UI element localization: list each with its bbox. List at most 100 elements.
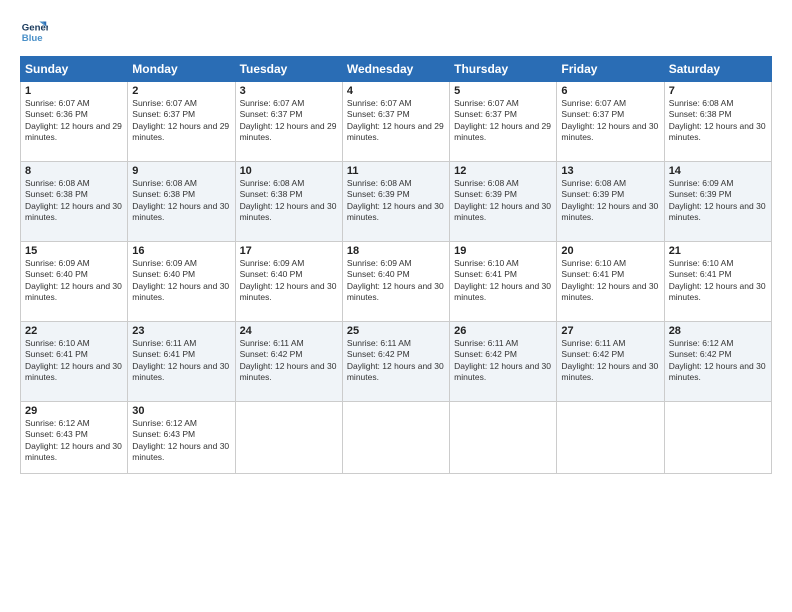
col-header-sunday: Sunday [21, 57, 128, 82]
day-number: 13 [561, 165, 659, 177]
day-number: 29 [25, 405, 123, 417]
calendar-cell: 6Sunrise: 6:07 AMSunset: 6:37 PMDaylight… [557, 82, 664, 162]
day-info: Sunrise: 6:11 AMSunset: 6:42 PMDaylight:… [561, 338, 659, 384]
calendar-cell [342, 402, 449, 474]
day-number: 6 [561, 85, 659, 97]
day-number: 5 [454, 85, 552, 97]
header-row: SundayMondayTuesdayWednesdayThursdayFrid… [21, 57, 772, 82]
header: General Blue [20, 18, 772, 46]
day-number: 21 [669, 245, 767, 257]
col-header-friday: Friday [557, 57, 664, 82]
day-number: 8 [25, 165, 123, 177]
day-info: Sunrise: 6:08 AMSunset: 6:38 PMDaylight:… [669, 98, 767, 144]
day-info: Sunrise: 6:09 AMSunset: 6:39 PMDaylight:… [669, 178, 767, 224]
day-number: 23 [132, 325, 230, 337]
day-info: Sunrise: 6:09 AMSunset: 6:40 PMDaylight:… [240, 258, 338, 304]
calendar-cell: 15Sunrise: 6:09 AMSunset: 6:40 PMDayligh… [21, 242, 128, 322]
day-number: 25 [347, 325, 445, 337]
calendar-cell: 4Sunrise: 6:07 AMSunset: 6:37 PMDaylight… [342, 82, 449, 162]
day-info: Sunrise: 6:08 AMSunset: 6:39 PMDaylight:… [347, 178, 445, 224]
calendar-cell: 28Sunrise: 6:12 AMSunset: 6:42 PMDayligh… [664, 322, 771, 402]
day-number: 7 [669, 85, 767, 97]
week-row-3: 15Sunrise: 6:09 AMSunset: 6:40 PMDayligh… [21, 242, 772, 322]
day-number: 18 [347, 245, 445, 257]
day-info: Sunrise: 6:08 AMSunset: 6:39 PMDaylight:… [561, 178, 659, 224]
calendar-cell: 30Sunrise: 6:12 AMSunset: 6:43 PMDayligh… [128, 402, 235, 474]
day-number: 20 [561, 245, 659, 257]
calendar-cell: 2Sunrise: 6:07 AMSunset: 6:37 PMDaylight… [128, 82, 235, 162]
day-number: 3 [240, 85, 338, 97]
calendar-cell: 21Sunrise: 6:10 AMSunset: 6:41 PMDayligh… [664, 242, 771, 322]
calendar-cell: 20Sunrise: 6:10 AMSunset: 6:41 PMDayligh… [557, 242, 664, 322]
logo-icon: General Blue [20, 18, 48, 46]
col-header-monday: Monday [128, 57, 235, 82]
calendar-cell: 25Sunrise: 6:11 AMSunset: 6:42 PMDayligh… [342, 322, 449, 402]
day-info: Sunrise: 6:12 AMSunset: 6:43 PMDaylight:… [25, 418, 123, 464]
calendar-cell: 1Sunrise: 6:07 AMSunset: 6:36 PMDaylight… [21, 82, 128, 162]
calendar-cell: 29Sunrise: 6:12 AMSunset: 6:43 PMDayligh… [21, 402, 128, 474]
calendar-cell [450, 402, 557, 474]
calendar-cell: 11Sunrise: 6:08 AMSunset: 6:39 PMDayligh… [342, 162, 449, 242]
day-info: Sunrise: 6:12 AMSunset: 6:43 PMDaylight:… [132, 418, 230, 464]
day-info: Sunrise: 6:09 AMSunset: 6:40 PMDaylight:… [25, 258, 123, 304]
calendar-cell [235, 402, 342, 474]
day-number: 4 [347, 85, 445, 97]
day-info: Sunrise: 6:08 AMSunset: 6:38 PMDaylight:… [132, 178, 230, 224]
col-header-tuesday: Tuesday [235, 57, 342, 82]
calendar-cell: 19Sunrise: 6:10 AMSunset: 6:41 PMDayligh… [450, 242, 557, 322]
calendar-cell: 7Sunrise: 6:08 AMSunset: 6:38 PMDaylight… [664, 82, 771, 162]
col-header-thursday: Thursday [450, 57, 557, 82]
calendar-cell: 14Sunrise: 6:09 AMSunset: 6:39 PMDayligh… [664, 162, 771, 242]
day-info: Sunrise: 6:07 AMSunset: 6:37 PMDaylight:… [132, 98, 230, 144]
day-number: 14 [669, 165, 767, 177]
day-info: Sunrise: 6:11 AMSunset: 6:42 PMDaylight:… [240, 338, 338, 384]
day-number: 19 [454, 245, 552, 257]
day-info: Sunrise: 6:07 AMSunset: 6:37 PMDaylight:… [240, 98, 338, 144]
day-info: Sunrise: 6:08 AMSunset: 6:38 PMDaylight:… [25, 178, 123, 224]
day-info: Sunrise: 6:10 AMSunset: 6:41 PMDaylight:… [25, 338, 123, 384]
day-info: Sunrise: 6:09 AMSunset: 6:40 PMDaylight:… [347, 258, 445, 304]
day-info: Sunrise: 6:09 AMSunset: 6:40 PMDaylight:… [132, 258, 230, 304]
week-row-5: 29Sunrise: 6:12 AMSunset: 6:43 PMDayligh… [21, 402, 772, 474]
svg-text:Blue: Blue [22, 33, 43, 44]
day-info: Sunrise: 6:08 AMSunset: 6:39 PMDaylight:… [454, 178, 552, 224]
day-info: Sunrise: 6:07 AMSunset: 6:37 PMDaylight:… [347, 98, 445, 144]
day-info: Sunrise: 6:11 AMSunset: 6:41 PMDaylight:… [132, 338, 230, 384]
day-info: Sunrise: 6:12 AMSunset: 6:42 PMDaylight:… [669, 338, 767, 384]
day-number: 30 [132, 405, 230, 417]
day-info: Sunrise: 6:07 AMSunset: 6:37 PMDaylight:… [561, 98, 659, 144]
day-info: Sunrise: 6:11 AMSunset: 6:42 PMDaylight:… [347, 338, 445, 384]
calendar-table: SundayMondayTuesdayWednesdayThursdayFrid… [20, 56, 772, 474]
day-info: Sunrise: 6:10 AMSunset: 6:41 PMDaylight:… [561, 258, 659, 304]
calendar-cell: 3Sunrise: 6:07 AMSunset: 6:37 PMDaylight… [235, 82, 342, 162]
calendar-cell: 22Sunrise: 6:10 AMSunset: 6:41 PMDayligh… [21, 322, 128, 402]
calendar-cell: 27Sunrise: 6:11 AMSunset: 6:42 PMDayligh… [557, 322, 664, 402]
day-number: 15 [25, 245, 123, 257]
day-number: 24 [240, 325, 338, 337]
day-number: 16 [132, 245, 230, 257]
day-number: 26 [454, 325, 552, 337]
day-info: Sunrise: 6:10 AMSunset: 6:41 PMDaylight:… [454, 258, 552, 304]
calendar-cell [557, 402, 664, 474]
day-number: 10 [240, 165, 338, 177]
day-info: Sunrise: 6:11 AMSunset: 6:42 PMDaylight:… [454, 338, 552, 384]
day-number: 9 [132, 165, 230, 177]
calendar-cell: 18Sunrise: 6:09 AMSunset: 6:40 PMDayligh… [342, 242, 449, 322]
calendar-cell: 5Sunrise: 6:07 AMSunset: 6:37 PMDaylight… [450, 82, 557, 162]
calendar-cell: 13Sunrise: 6:08 AMSunset: 6:39 PMDayligh… [557, 162, 664, 242]
day-number: 2 [132, 85, 230, 97]
calendar-cell: 23Sunrise: 6:11 AMSunset: 6:41 PMDayligh… [128, 322, 235, 402]
calendar-page: General Blue SundayMondayTuesdayWednesda… [0, 0, 792, 612]
day-number: 17 [240, 245, 338, 257]
calendar-cell: 16Sunrise: 6:09 AMSunset: 6:40 PMDayligh… [128, 242, 235, 322]
col-header-wednesday: Wednesday [342, 57, 449, 82]
calendar-cell [664, 402, 771, 474]
day-info: Sunrise: 6:08 AMSunset: 6:38 PMDaylight:… [240, 178, 338, 224]
day-number: 12 [454, 165, 552, 177]
week-row-4: 22Sunrise: 6:10 AMSunset: 6:41 PMDayligh… [21, 322, 772, 402]
day-info: Sunrise: 6:10 AMSunset: 6:41 PMDaylight:… [669, 258, 767, 304]
day-number: 11 [347, 165, 445, 177]
calendar-cell: 12Sunrise: 6:08 AMSunset: 6:39 PMDayligh… [450, 162, 557, 242]
calendar-cell: 8Sunrise: 6:08 AMSunset: 6:38 PMDaylight… [21, 162, 128, 242]
calendar-cell: 9Sunrise: 6:08 AMSunset: 6:38 PMDaylight… [128, 162, 235, 242]
